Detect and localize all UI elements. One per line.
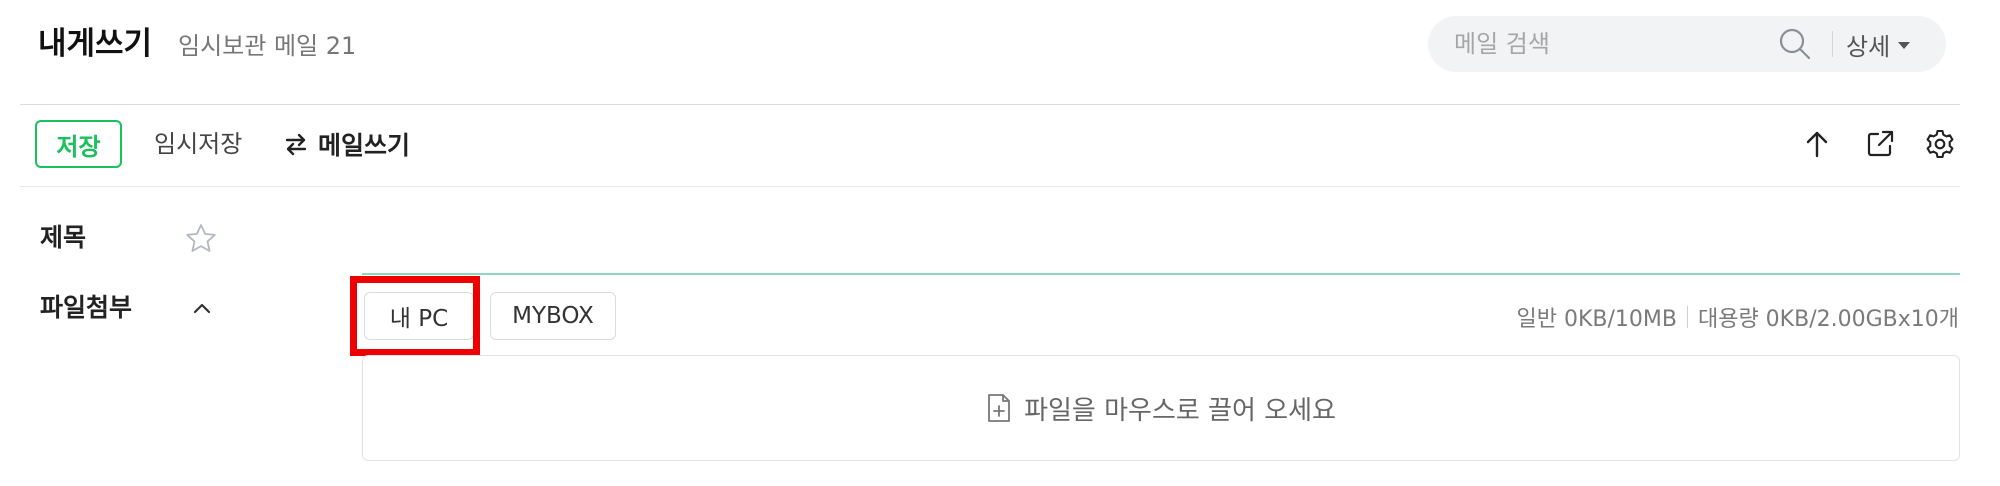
chevron-up-icon[interactable] xyxy=(190,296,214,320)
header-divider xyxy=(20,104,1960,105)
mybox-button[interactable]: MYBOX xyxy=(490,292,616,340)
general-capacity: 일반 0KB/10MB xyxy=(1516,307,1677,332)
search-icon[interactable] xyxy=(1778,27,1812,61)
page-title: 내게쓰기 xyxy=(38,26,153,62)
capacity-info: 일반 0KB/10MB 대용량 0KB/2.00GBx10개 xyxy=(1516,299,1959,335)
toolbar-divider xyxy=(20,186,1960,187)
star-icon[interactable] xyxy=(184,222,218,256)
detail-search-button[interactable]: 상세 xyxy=(1846,24,1911,64)
search-box: 상세 xyxy=(1428,16,1946,72)
file-drop-zone[interactable]: 파일을 마우스로 끌어 오세요 xyxy=(362,355,1960,461)
swap-arrows-icon xyxy=(285,133,307,156)
caret-down-icon xyxy=(1898,41,1911,49)
compose-mode-label: 메일쓰기 xyxy=(318,131,411,160)
compose-page: 내게쓰기 임시보관 메일 21 상세 저장 임시저장 메일쓰기 xyxy=(0,0,2000,486)
header: 내게쓰기 임시보관 메일 21 상세 xyxy=(0,0,2000,104)
subject-underline xyxy=(362,273,1960,275)
detail-search-label: 상세 xyxy=(1846,32,1891,61)
large-capacity: 대용량 0KB/2.00GBx10개 xyxy=(1697,307,1959,332)
popout-icon[interactable] xyxy=(1864,128,1896,160)
arrow-up-icon[interactable] xyxy=(1801,128,1833,160)
save-button[interactable]: 저장 xyxy=(35,120,122,168)
drop-hint: 파일을 마우스로 끌어 오세요 xyxy=(1024,395,1336,426)
attachment-label: 파일첨부 xyxy=(40,293,133,322)
subject-input[interactable] xyxy=(250,214,1950,262)
search-input[interactable] xyxy=(1454,24,1774,64)
file-add-icon xyxy=(988,394,1010,422)
compose-mode-toggle[interactable]: 메일쓰기 xyxy=(284,124,410,164)
capacity-separator xyxy=(1686,306,1688,328)
temp-save-button[interactable]: 임시저장 xyxy=(154,124,242,164)
draft-count-link[interactable]: 임시보관 메일 21 xyxy=(178,28,356,64)
search-divider xyxy=(1832,31,1833,57)
my-pc-button[interactable]: 내 PC xyxy=(364,292,474,340)
gear-icon[interactable] xyxy=(1924,128,1956,160)
subject-label: 제목 xyxy=(40,223,87,252)
